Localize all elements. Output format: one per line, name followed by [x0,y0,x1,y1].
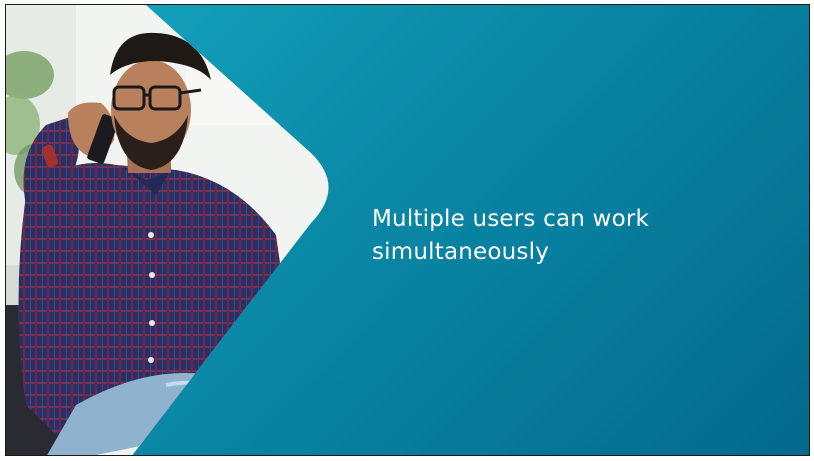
presentation-slide: Multiple users can work simultaneously [5,4,810,456]
photo-panel [6,5,346,455]
man-on-phone-photo [6,5,329,455]
slide-title: Multiple users can work simultaneously [372,206,650,265]
